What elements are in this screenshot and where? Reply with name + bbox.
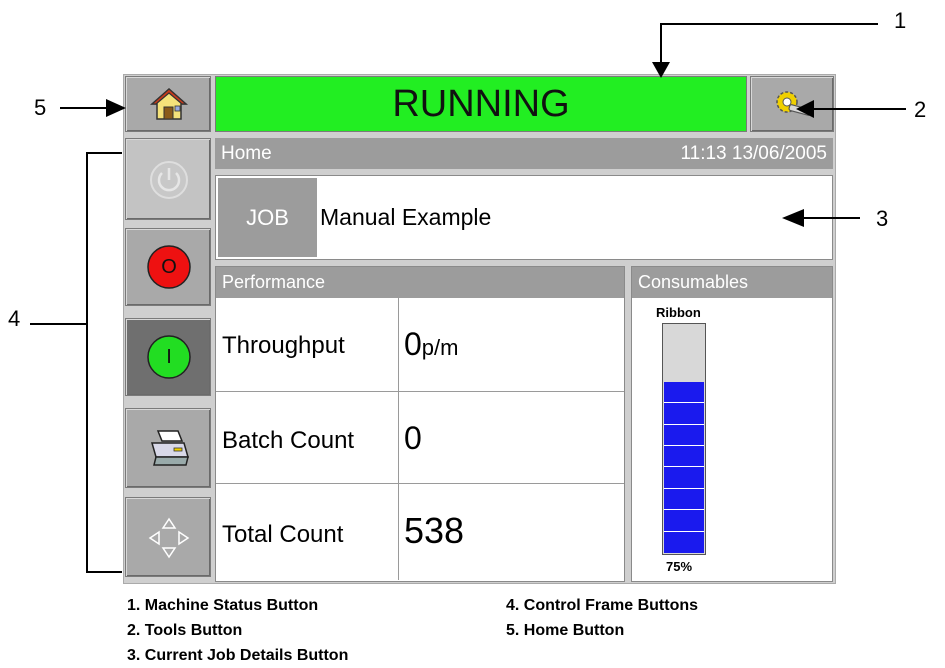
legend-item: 5. Home Button: [506, 622, 625, 639]
job-details-button[interactable]: JOB Manual Example: [215, 175, 833, 260]
callout-line: [800, 217, 860, 219]
ribbon-level-fill: [664, 382, 704, 553]
cell-divider: [398, 484, 399, 580]
ribbon-segment-line: [664, 402, 704, 403]
ribbon-percent: 75%: [666, 559, 693, 574]
throughput-unit: p/m: [421, 335, 459, 360]
callout-line: [812, 108, 906, 110]
stop-button[interactable]: O: [125, 228, 211, 306]
header-bar: Home 11:13 13/06/2005: [215, 138, 833, 169]
navigation-button[interactable]: [125, 497, 211, 577]
throughput-value: 0p/m: [404, 326, 458, 363]
ribbon-level-gauge: [662, 323, 706, 555]
job-label-text: JOB: [246, 205, 289, 230]
start-button[interactable]: I: [125, 318, 211, 396]
callout-number: 5: [34, 95, 47, 120]
ribbon-segment-line: [664, 445, 704, 446]
screen-title: Home: [221, 143, 272, 164]
batch-count-label: Batch Count: [222, 427, 355, 454]
arrow-head-icon: [106, 99, 126, 117]
date-time: 11:13 13/06/2005: [680, 143, 827, 164]
legend-item: 2. Tools Button: [127, 622, 243, 639]
cell-divider: [398, 298, 399, 392]
arrow-head-icon: [782, 209, 804, 227]
ribbon-segment-line: [664, 424, 704, 425]
home-button[interactable]: [125, 76, 211, 132]
start-icon-label: I: [166, 346, 172, 368]
ribbon-label: Ribbon: [656, 305, 701, 320]
machine-status-label: RUNNING: [392, 83, 570, 125]
printer-icon: [151, 430, 189, 466]
performance-row: Batch Count 0: [216, 392, 624, 484]
callout-line: [660, 23, 878, 25]
callout-number: 4: [8, 306, 21, 331]
cell-divider: [398, 392, 399, 484]
consumables-panel[interactable]: Consumables Ribbon 75%: [631, 266, 833, 582]
performance-row: Throughput 0p/m: [216, 298, 624, 392]
performance-row: Total Count 538: [216, 484, 624, 580]
batch-count-value: 0: [404, 420, 422, 456]
power-button[interactable]: [125, 138, 211, 220]
tools-button[interactable]: [750, 76, 834, 132]
machine-status-button[interactable]: RUNNING: [215, 76, 747, 132]
ribbon-segment-line: [664, 466, 704, 467]
ribbon-segment-line: [664, 531, 704, 532]
arrow-head-icon: [652, 62, 670, 78]
throughput-number: 0: [404, 326, 422, 362]
ribbon-segment-line: [664, 509, 704, 510]
job-label: JOB: [218, 178, 317, 257]
performance-title: Performance: [216, 267, 624, 298]
consumables-title: Consumables: [632, 267, 832, 298]
total-count-label: Total Count: [222, 521, 344, 548]
legend-item: 3. Current Job Details Button: [127, 647, 349, 664]
print-button[interactable]: [125, 408, 211, 488]
power-icon: [150, 161, 188, 199]
legend-item: 1. Machine Status Button: [127, 597, 319, 614]
ribbon-segment-line: [664, 488, 704, 489]
total-count-value: 538: [404, 510, 465, 551]
callout-line: [30, 323, 86, 325]
callout-bracket: [86, 152, 88, 572]
job-name: Manual Example: [320, 204, 492, 230]
callout-number: 2: [914, 97, 927, 122]
callout-line: [60, 107, 110, 109]
callout-bracket: [86, 571, 122, 573]
callout-number: 1: [894, 8, 907, 33]
throughput-label: Throughput: [222, 332, 345, 359]
callout-bracket: [86, 152, 122, 154]
arrow-head-icon: [796, 100, 814, 118]
navigation-arrows-icon: [148, 517, 190, 559]
legend-item: 4. Control Frame Buttons: [506, 597, 699, 614]
stop-icon-label: O: [161, 256, 177, 278]
callout-number: 3: [876, 206, 889, 231]
home-icon: [150, 87, 188, 120]
